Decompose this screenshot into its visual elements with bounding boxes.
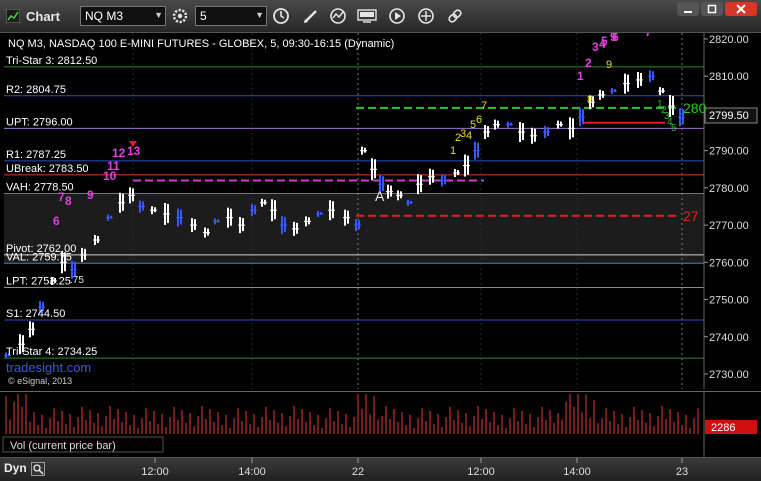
link-icon[interactable] xyxy=(444,5,466,27)
level-label: Tri-Star 3: 2812.50 xyxy=(6,55,97,67)
time-axis-bar[interactable]: Dyn 12:00 14:00 22 12:00 14:00 23 xyxy=(0,457,761,481)
last-price: 2799.50 xyxy=(709,110,749,122)
level-label: R2: 2804.75 xyxy=(6,84,66,96)
count-label-magenta: 2 xyxy=(585,56,592,70)
chart-header: NQ M3, NASDAQ 100 E-MINI FUTURES - GLOBE… xyxy=(8,38,394,50)
level-label: UPT: 2796.00 xyxy=(6,116,73,128)
count-label-yellow: 4 xyxy=(466,130,472,142)
window-title-text: Chart xyxy=(26,8,60,24)
title-toolbar: Chart NQ M3 ▼ 5 ▼ xyxy=(0,0,761,33)
pencil-draw-icon[interactable] xyxy=(300,5,322,27)
interval-value: 5 xyxy=(200,9,207,23)
count-label-magenta: 8 xyxy=(65,194,72,208)
level-label: UBreak: 2783.50 xyxy=(6,163,89,175)
volume-label: Vol (current price bar) xyxy=(10,440,116,452)
price-tick-label: 2750.00 xyxy=(709,295,749,307)
count-label-green: 5 xyxy=(671,123,677,134)
count-label-magenta: 3 xyxy=(592,40,599,54)
volume-value: 2286 xyxy=(711,422,735,434)
annotation-75: .75 xyxy=(70,275,84,286)
count-label-yellow: 8 xyxy=(587,94,593,106)
chevron-down-icon[interactable]: ▼ xyxy=(154,10,163,20)
level-label: R1: 2787.25 xyxy=(6,149,66,161)
study-icon[interactable] xyxy=(327,5,349,27)
price-tick-label: 2810.00 xyxy=(709,71,749,83)
count-label-magenta: 10 xyxy=(103,169,117,183)
level-label: LPT: 2753.25 xyxy=(6,275,71,287)
chevron-down-icon[interactable]: ▼ xyxy=(255,10,264,20)
time-tick-label: 23 xyxy=(676,466,688,478)
time-axis: 12:00 14:00 22 12:00 14:00 23 xyxy=(141,458,688,478)
chart-app-icon xyxy=(6,9,20,23)
count-label-magenta: 6 xyxy=(53,214,60,228)
cursor-move-icon[interactable] xyxy=(415,5,437,27)
price-tick-label: 2780.00 xyxy=(709,183,749,195)
count-label-yellow: 7 xyxy=(481,100,487,112)
count-label-magenta: 13 xyxy=(127,144,141,158)
settings-gear-icon[interactable] xyxy=(169,5,191,27)
count-label-magenta: 7 xyxy=(645,33,652,39)
count-label-yellow: 1 xyxy=(450,145,456,157)
maximize-button[interactable] xyxy=(701,2,723,16)
symbol-combo[interactable]: NQ M3 ▼ xyxy=(80,6,166,26)
interval-combo[interactable]: 5 ▼ xyxy=(195,6,267,26)
time-tick-label: 12:00 xyxy=(467,466,495,478)
count-label-magenta: 9 xyxy=(610,33,617,44)
copyright: © eSignal, 2013 xyxy=(8,376,72,386)
price-tick-label: 2760.00 xyxy=(709,257,749,269)
level-label: VAH: 2778.50 xyxy=(6,181,74,193)
count-label-magenta: 12 xyxy=(112,146,126,160)
price-tick-label: 2790.00 xyxy=(709,146,749,158)
dashed-line-label: 27 xyxy=(683,208,699,224)
level-label: VAL: 2759.75 xyxy=(6,251,72,263)
symbol-value: NQ M3 xyxy=(85,9,124,23)
count-label-magenta: 9 xyxy=(87,188,94,202)
count-label-yellow: 6 xyxy=(476,114,482,126)
price-tick-label: 2740.00 xyxy=(709,332,749,344)
time-tick-label: 14:00 xyxy=(238,466,266,478)
level-label: S1: 2744.50 xyxy=(6,308,65,320)
play-replay-icon[interactable] xyxy=(386,5,408,27)
clock-icon[interactable] xyxy=(270,5,292,27)
level-label: Tri-Star 4: 2734.25 xyxy=(6,346,97,358)
price-chart[interactable]: 7896121311101234567912345678912345 Tri-S… xyxy=(0,33,761,389)
window-title: Chart xyxy=(6,0,60,32)
count-label-magenta: 1 xyxy=(577,69,584,83)
time-tick-label: 12:00 xyxy=(141,466,169,478)
annotation-a: A xyxy=(375,188,385,204)
quote-board-icon[interactable] xyxy=(356,5,378,27)
time-tick-label: 14:00 xyxy=(563,466,591,478)
count-label-magenta: 5 xyxy=(601,34,608,48)
chart-window: Chart NQ M3 ▼ 5 ▼ 7 8 9 6 12 13 11 10 1 … xyxy=(0,0,761,481)
close-button[interactable] xyxy=(725,2,757,16)
dashed-line-label: 280 xyxy=(683,100,707,116)
price-tick-label: 2820.00 xyxy=(709,34,749,46)
value-area-band xyxy=(4,193,704,264)
volume-panel[interactable]: Vol (current price bar) 2286 xyxy=(0,391,761,457)
count-label-yellow: 9 xyxy=(606,59,612,71)
minimize-button[interactable] xyxy=(677,2,699,16)
time-tick-label: 22 xyxy=(352,466,364,478)
watermark: tradesight.com xyxy=(6,360,91,375)
price-tick-label: 2770.00 xyxy=(709,220,749,232)
price-tick-label: 2730.00 xyxy=(709,369,749,381)
